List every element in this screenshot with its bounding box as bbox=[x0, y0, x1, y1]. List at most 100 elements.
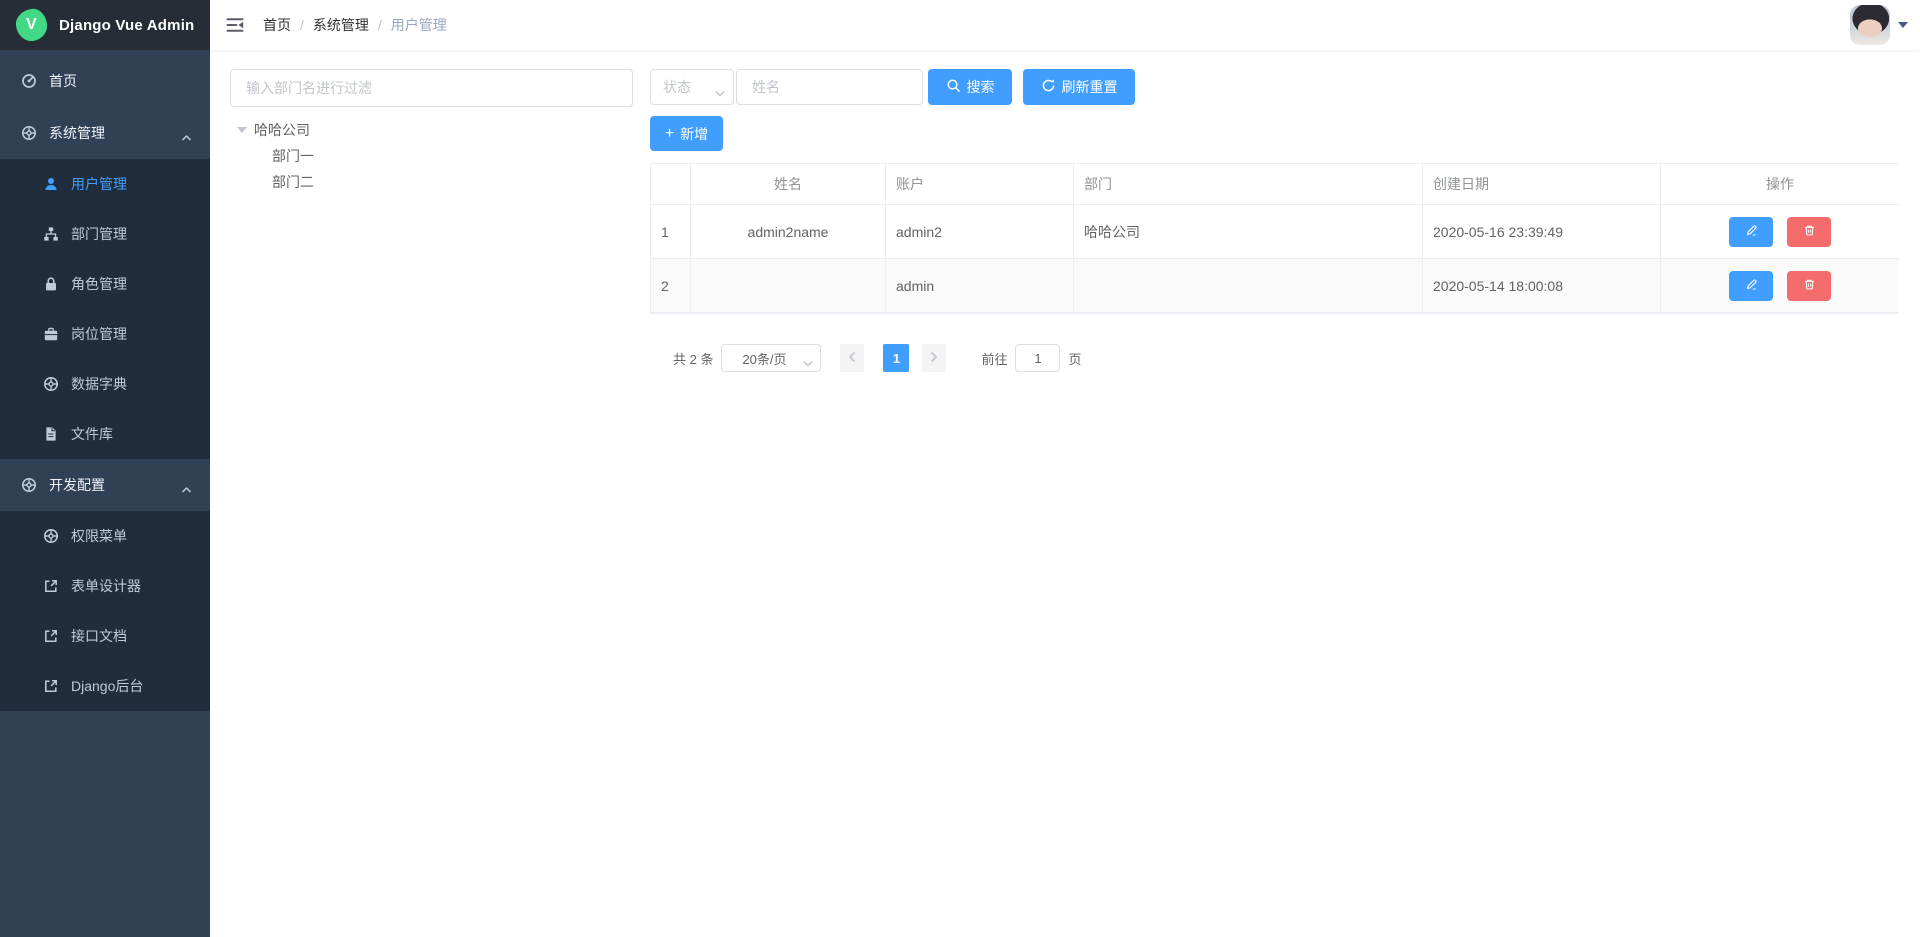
component-icon bbox=[43, 376, 59, 392]
sidebar-item-data-dict[interactable]: 数据字典 bbox=[0, 359, 210, 409]
delete-button[interactable] bbox=[1787, 271, 1831, 301]
briefcase-icon bbox=[43, 326, 59, 342]
tree-node-company[interactable]: 哈哈公司 bbox=[230, 117, 633, 143]
dept-filter-input[interactable] bbox=[230, 69, 633, 107]
hamburger-icon[interactable] bbox=[210, 0, 255, 50]
table-cell-actions bbox=[1661, 259, 1899, 313]
pagination: 共 2 条 20条/页 1 前 bbox=[650, 344, 1082, 372]
chevron-down-icon bbox=[803, 355, 813, 370]
tree-node-dept2[interactable]: 部门二 bbox=[230, 169, 633, 195]
component-icon bbox=[21, 125, 37, 141]
sidebar-item-label: 数据字典 bbox=[71, 374, 127, 394]
trash-icon bbox=[1803, 278, 1816, 294]
table-header-dept: 部门 bbox=[1074, 164, 1423, 205]
pagination-page-1[interactable]: 1 bbox=[883, 344, 909, 372]
dev-config-submenu: 权限菜单 表单设计器 接口文档 Django后台 bbox=[0, 511, 210, 711]
trash-icon bbox=[1803, 224, 1816, 240]
page-content: 哈哈公司 部门一 部门二 状态 bbox=[210, 50, 1920, 937]
sidebar-item-post-mgmt[interactable]: 岗位管理 bbox=[0, 309, 210, 359]
table-cell-index: 2 bbox=[651, 259, 691, 313]
external-link-icon bbox=[43, 578, 59, 594]
chevron-left-icon bbox=[848, 351, 856, 366]
user-panel: 状态 搜索 刷新重置 bbox=[650, 69, 1898, 105]
sidebar-item-django-admin[interactable]: Django后台 bbox=[0, 661, 210, 711]
refresh-reset-button-label: 刷新重置 bbox=[1062, 77, 1118, 97]
table-header-index bbox=[651, 164, 691, 205]
pagination-next-button[interactable] bbox=[922, 344, 946, 372]
sidebar-item-home[interactable]: 首页 bbox=[0, 55, 210, 107]
logo-letter: V bbox=[26, 16, 37, 34]
navbar-right bbox=[1850, 0, 1908, 50]
sidebar-item-dev-config[interactable]: 开发配置 bbox=[0, 459, 210, 511]
sidebar-item-api-docs[interactable]: 接口文档 bbox=[0, 611, 210, 661]
caret-down-icon[interactable] bbox=[237, 127, 247, 133]
sidebar-item-label: 接口文档 bbox=[71, 626, 127, 646]
pagination-goto-input[interactable] bbox=[1015, 344, 1060, 372]
sidebar-item-label: 用户管理 bbox=[71, 174, 127, 194]
sidebar-item-label: 岗位管理 bbox=[71, 324, 127, 344]
table-cell-account: admin2 bbox=[886, 205, 1074, 259]
breadcrumb: 首页 / 系统管理 / 用户管理 bbox=[263, 15, 447, 35]
table-cell-created: 2020-05-14 18:00:08 bbox=[1423, 259, 1661, 313]
dashboard-icon bbox=[21, 73, 37, 89]
pagination-goto-unit: 页 bbox=[1068, 349, 1081, 368]
table-cell-account: admin bbox=[886, 259, 1074, 313]
search-button-label: 搜索 bbox=[967, 77, 995, 97]
breadcrumb-system-mgmt[interactable]: 系统管理 bbox=[313, 15, 369, 35]
sidebar-item-permission-menu[interactable]: 权限菜单 bbox=[0, 511, 210, 561]
tree-node-dept1[interactable]: 部门一 bbox=[230, 143, 633, 169]
sidebar-item-label: 首页 bbox=[49, 71, 77, 91]
sidebar-item-label: 系统管理 bbox=[49, 123, 105, 143]
sidebar-menu: 首页 系统管理 用户管理 部门管理 bbox=[0, 50, 210, 711]
sidebar-item-system-mgmt[interactable]: 系统管理 bbox=[0, 107, 210, 159]
tree-node-label: 部门一 bbox=[272, 146, 314, 166]
name-filter-input[interactable] bbox=[736, 69, 923, 105]
table-cell-name bbox=[691, 259, 886, 313]
add-button[interactable]: + 新增 bbox=[650, 116, 723, 151]
search-button[interactable]: 搜索 bbox=[928, 69, 1012, 105]
main-area: 首页 / 系统管理 / 用户管理 哈哈公司 部门一 部门二 bbox=[210, 0, 1920, 937]
sidebar-item-label: 角色管理 bbox=[71, 274, 127, 294]
sidebar-item-label: 部门管理 bbox=[71, 224, 127, 244]
sidebar-item-file-library[interactable]: 文件库 bbox=[0, 409, 210, 459]
pagination-goto-label: 前往 bbox=[981, 349, 1007, 368]
system-mgmt-submenu: 用户管理 部门管理 角色管理 岗位管理 bbox=[0, 159, 210, 459]
pagination-total: 共 2 条 bbox=[673, 349, 713, 368]
sidebar-item-dept-mgmt[interactable]: 部门管理 bbox=[0, 209, 210, 259]
avatar[interactable] bbox=[1850, 5, 1890, 45]
breadcrumb-separator: / bbox=[378, 17, 382, 33]
tree-node-label: 哈哈公司 bbox=[254, 120, 310, 140]
refresh-icon bbox=[1041, 78, 1056, 96]
chevron-up-icon bbox=[181, 481, 192, 497]
edit-button[interactable] bbox=[1729, 271, 1773, 301]
search-icon bbox=[946, 78, 961, 96]
table-cell-name: admin2name bbox=[691, 205, 886, 259]
user-icon bbox=[43, 176, 59, 192]
pagination-prev-button[interactable] bbox=[840, 344, 864, 372]
chevron-right-icon bbox=[930, 351, 938, 366]
edit-icon bbox=[1745, 278, 1758, 294]
status-select[interactable]: 状态 bbox=[650, 69, 734, 105]
sidebar-item-label: 开发配置 bbox=[49, 475, 105, 495]
delete-button[interactable] bbox=[1787, 217, 1831, 247]
sidebar-item-user-mgmt[interactable]: 用户管理 bbox=[0, 159, 210, 209]
refresh-reset-button[interactable]: 刷新重置 bbox=[1023, 69, 1135, 105]
sidebar: V Django Vue Admin 首页 系统管理 用户管理 bbox=[0, 0, 210, 937]
plus-icon: + bbox=[665, 126, 674, 142]
status-select-placeholder: 状态 bbox=[663, 77, 691, 97]
table-header-account: 账户 bbox=[886, 164, 1074, 205]
table-cell-dept bbox=[1074, 259, 1423, 313]
breadcrumb-home[interactable]: 首页 bbox=[263, 15, 291, 35]
chevron-up-icon bbox=[181, 129, 192, 145]
breadcrumb-current: 用户管理 bbox=[391, 15, 447, 35]
sidebar-item-role-mgmt[interactable]: 角色管理 bbox=[0, 259, 210, 309]
sidebar-item-label: 权限菜单 bbox=[71, 526, 127, 546]
caret-down-icon[interactable] bbox=[1898, 22, 1908, 28]
document-icon bbox=[43, 426, 59, 442]
sidebar-item-label: 表单设计器 bbox=[71, 576, 141, 596]
page-size-select[interactable]: 20条/页 bbox=[721, 344, 821, 372]
table-header-created: 创建日期 bbox=[1423, 164, 1661, 205]
logo: V Django Vue Admin bbox=[0, 0, 210, 50]
edit-button[interactable] bbox=[1729, 217, 1773, 247]
sidebar-item-form-designer[interactable]: 表单设计器 bbox=[0, 561, 210, 611]
